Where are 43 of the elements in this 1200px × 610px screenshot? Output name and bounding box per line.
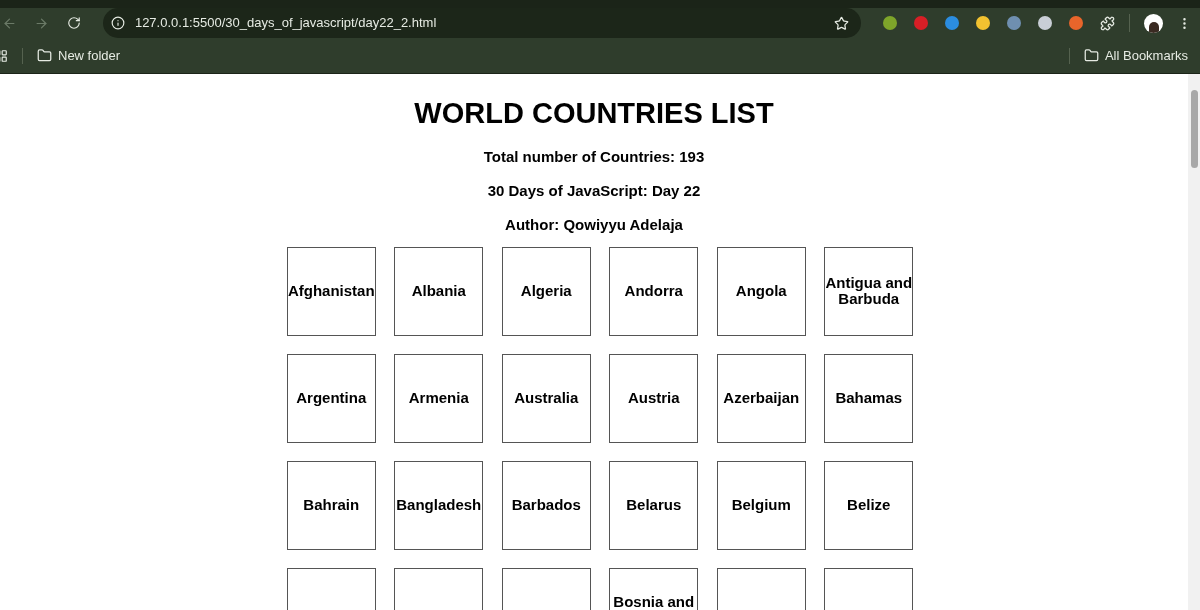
country-name: Armenia [408,390,469,406]
extension-icon[interactable] [1007,16,1022,30]
extensions-puzzle-icon[interactable] [1100,15,1116,31]
country-name: Bosnia and [613,593,695,610]
folder-icon [37,48,52,63]
country-name: Azerbaijan [723,390,800,406]
page-title: WORLD COUNTRIES LIST [414,96,774,131]
profile-avatar[interactable] [1144,13,1164,33]
country-name: Austria [627,390,680,406]
country-name: Antigua and Barbuda [825,275,913,307]
address-bar[interactable]: 127.0.0.1:5500/30_days_of_javascript/day22_2.html [102,8,862,38]
country-name: Afghanistan [287,283,375,299]
all-bookmarks-folder[interactable]: All Bookmarks [1083,45,1188,66]
country-name: Angola [735,283,787,299]
country-name: Belize [847,497,891,513]
country-name: Belarus [626,497,682,513]
country-name: Albania [411,283,466,299]
country-name: Argentina [296,390,367,406]
reload-icon[interactable] [66,16,81,30]
folder-icon [1083,48,1099,63]
page-subtitle: 30 Days of JavaScript: Day 22 [487,181,701,200]
country-name: Bangladesh [396,497,482,513]
extension-icon[interactable] [976,16,991,30]
forward-icon[interactable] [33,15,49,31]
page-subtitle: Total number of Countries: 193 [483,147,705,166]
extension-icon[interactable] [1069,16,1084,30]
bookmark-star-icon[interactable] [834,15,850,31]
extension-icon[interactable] [945,16,960,30]
scrollbar-thumb[interactable] [1190,90,1198,168]
country-name: Belgium [731,497,791,513]
country-name: Algeria [520,283,572,299]
extension-icon[interactable] [1038,16,1053,30]
country-name: Bahrain [303,497,360,513]
country-name: Australia [514,390,579,406]
back-icon[interactable] [2,15,17,31]
country-name: Andorra [624,283,683,299]
info-icon[interactable] [110,16,125,30]
country-name: Bahamas [835,390,903,406]
url-text: 127.0.0.1:5500/30_days_of_javascript/day22_2.html [134,14,437,33]
country-name: Barbados [511,497,581,513]
page-subtitle: Author: Qowiyyu Adelaja [505,215,683,234]
extension-icon[interactable] [883,16,898,30]
bookmark-folder[interactable]: New folder [37,45,121,66]
